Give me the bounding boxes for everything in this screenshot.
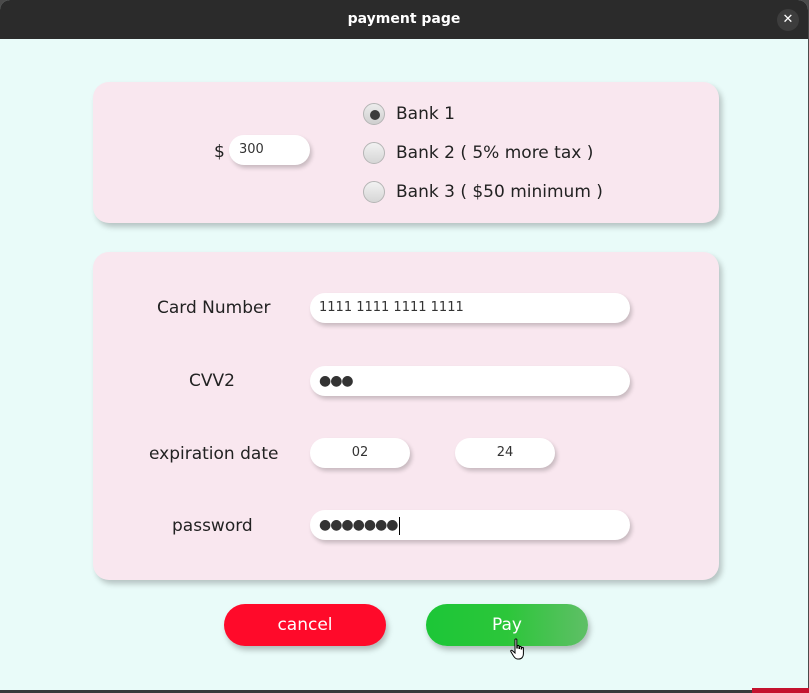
close-icon: ✕ bbox=[782, 12, 794, 27]
window-title: payment page bbox=[347, 11, 461, 27]
radio-unchecked-icon[interactable] bbox=[363, 181, 385, 203]
cvv2-input[interactable]: ●●● bbox=[310, 366, 630, 396]
cvv2-label: CVV2 bbox=[189, 371, 235, 391]
expiration-month-input[interactable]: 02 bbox=[310, 438, 410, 468]
card-number-input[interactable]: 1111 1111 1111 1111 bbox=[310, 293, 630, 323]
password-masked-value: ●●●●●●● bbox=[319, 517, 399, 533]
currency-symbol: $ bbox=[214, 142, 225, 162]
bank-1-label: Bank 1 bbox=[396, 104, 455, 124]
expiration-date-label: expiration date bbox=[149, 444, 279, 464]
radio-checked-icon[interactable] bbox=[363, 103, 385, 125]
bank-2-label: Bank 2 ( 5% more tax ) bbox=[396, 143, 594, 163]
background-window-edge bbox=[752, 688, 809, 693]
password-label: password bbox=[172, 516, 253, 536]
text-caret bbox=[398, 516, 400, 535]
cvv2-masked-value: ●●● bbox=[319, 373, 354, 389]
title-bar: payment page ✕ bbox=[0, 0, 808, 39]
cancel-button[interactable]: cancel bbox=[224, 604, 386, 646]
bank-3-label: Bank 3 ( $50 minimum ) bbox=[396, 182, 603, 202]
close-button[interactable]: ✕ bbox=[777, 9, 799, 31]
payment-window: payment page ✕ $ 300 Bank 1 Bank 2 ( 5% … bbox=[0, 0, 808, 690]
password-input[interactable]: ●●●●●●● bbox=[310, 510, 630, 540]
card-number-label: Card Number bbox=[157, 298, 271, 318]
radio-dot bbox=[370, 110, 380, 120]
radio-unchecked-icon[interactable] bbox=[363, 142, 385, 164]
pay-button[interactable]: Pay bbox=[426, 604, 588, 646]
amount-input[interactable]: 300 bbox=[229, 135, 310, 165]
expiration-year-input[interactable]: 24 bbox=[455, 438, 555, 468]
hand-cursor-icon bbox=[510, 638, 524, 660]
